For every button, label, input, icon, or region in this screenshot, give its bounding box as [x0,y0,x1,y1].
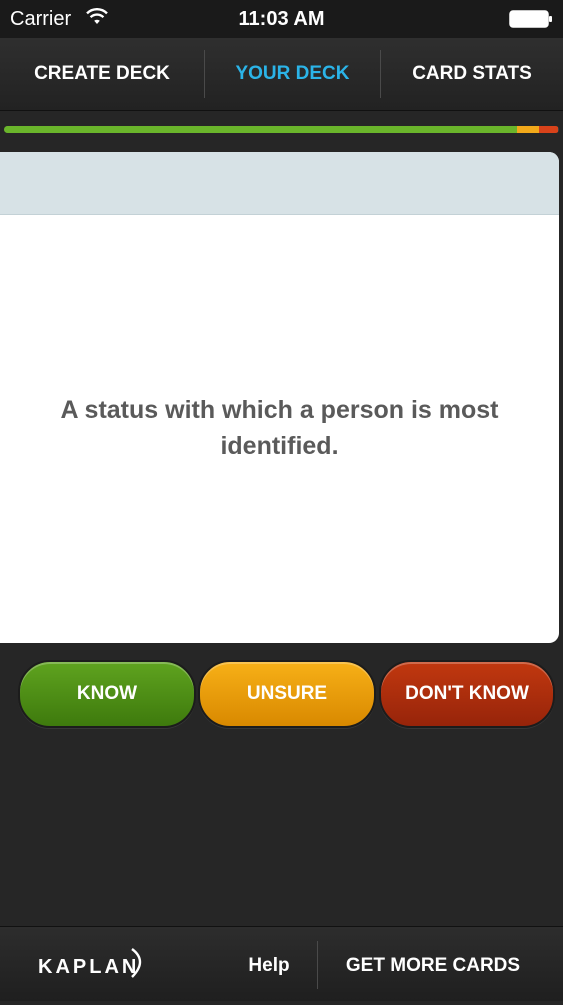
svg-text:KAPLAN: KAPLAN [38,956,139,978]
kaplan-logo: KAPLAN [38,948,142,978]
deck-progress-bar [4,126,559,133]
tab-your-deck[interactable]: YOUR DECK [205,38,380,110]
status-time: 11:03 AM [238,8,325,30]
progress-segment-dont-know [539,126,558,133]
unsure-button[interactable]: UNSURE [198,660,376,728]
footer-divider [317,941,318,989]
bottom-bar: KAPLAN Help GET MORE CARDS [0,926,563,1001]
tab-card-stats[interactable]: CARD STATS [381,38,563,110]
flashcard[interactable]: A status with which a person is most ide… [0,152,559,643]
tab-create-deck[interactable]: CREATE DECK [0,38,204,110]
know-button[interactable]: KNOW [18,660,196,728]
dont-know-button[interactable]: DON'T KNOW [379,660,555,728]
help-link[interactable]: Help [235,927,303,1001]
flashcard-header [0,152,559,215]
flashcard-prompt: A status with which a person is most ide… [60,396,499,460]
progress-segment-unsure [517,126,539,133]
battery-icon [509,10,552,28]
get-more-cards-button[interactable]: GET MORE CARDS [330,927,536,1001]
progress-segment-know [4,126,517,133]
top-navigation: CREATE DECK YOUR DECK CARD STATS [0,38,563,111]
status-bar: Carrier 11:03 AM [0,0,563,38]
